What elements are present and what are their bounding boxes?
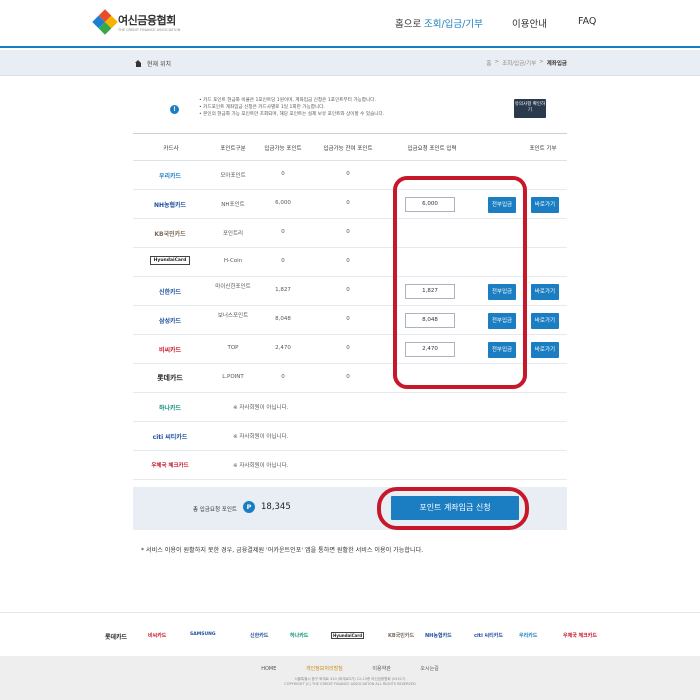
notice-line: • 본인의 현금화 가능 포인트만 조회되며, 해당 포인트는 실제 보유 포인… [199,112,385,117]
not-member-note: ※ 자사회원이 아닙니다. [233,405,289,411]
go-donate-button[interactable]: 바로가기 [531,313,559,329]
site-footer: HOME 개인정보처리방침 이용약관 오시는길 서울특별시 중구 퇴계로 410… [0,656,700,700]
card-logo-nh: NH농협카드 [153,201,187,209]
card-logo-lotte: 롯데카드 [157,374,183,382]
card-logo-kb: KB국민카드 [154,230,186,238]
info-icon: ! [170,105,179,114]
partner-logo[interactable]: KB국민카드 [388,632,414,639]
partner-logo[interactable]: 하나카드 [290,632,308,639]
location-bar: 현재 위치 홈 > 조회/입금/기부 > 계좌입금 [0,50,700,76]
card-logo-bc: 비씨카드 [158,346,182,354]
table-header: 카드사 포인트구분 입금가능 포인트 입금가능 잔여 포인트 입금요청 포인트 … [133,133,567,161]
nav-guide[interactable]: 이용안내 [512,16,547,30]
footer-link-directions[interactable]: 오시는길 [420,666,438,672]
footer-links: HOME 개인정보처리방침 이용약관 오시는길 [0,665,700,672]
table-row: 하나카드 ※ 자사회원이 아닙니다. [133,393,567,422]
notice-box: ! • 카드 포인트 현금화 비율은 1포인트당 1원이며, 계좌입금 신청은 … [133,85,567,131]
breadcrumb-home[interactable]: 홈 [486,59,491,67]
main-nav: 홈으로 조회/입금/기부 이용안내 FAQ [0,16,700,30]
partner-logo[interactable]: HyundaiCard [331,632,365,639]
highlight-oval-inputs [393,176,527,389]
partner-logo[interactable]: 롯데카드 [105,632,127,641]
card-logo-post: 우체국 체크카드 [151,463,189,469]
go-donate-button[interactable]: 바로가기 [531,197,559,213]
view-notice-button[interactable]: 유의사항 확인하기 [514,99,546,118]
card-logo-woori: 우리카드 [158,172,182,180]
footer-copyright: COPYRIGHT (C) THE CREDIT FINANCE ASSOCIA… [284,682,416,686]
card-logo-citi: citi 씨티카드 [152,433,188,441]
breadcrumb-current: 계좌입금 [546,61,567,67]
notice-line: • 카드포인트 계좌입금 신청은 카드사별로 1일 1회만 가능합니다. [199,105,325,110]
total-label: 총 입금요청 포인트 [193,507,237,513]
location-label: 현재 위치 [147,61,171,68]
site-header: 여신금융협회 THE CREDIT FINANCE ASSOCIATION 홈으… [0,0,700,48]
card-logo-shinhan: 신한카드 [158,288,182,296]
card-logo-hyundai: HyundaiCard [150,256,190,265]
partner-logo[interactable]: NH농협카드 [425,632,452,639]
not-member-note: ※ 자사회원이 아닙니다. [233,463,289,469]
partner-logo[interactable]: 우체국 체크카드 [563,632,597,639]
not-member-note: ※ 자사회원이 아닙니다. [233,434,289,440]
card-logo-hana: 하나카드 [158,404,182,412]
partner-strip: 롯데카드 비씨카드 SAMSUNG 신한카드 하나카드 HyundaiCard … [0,612,700,656]
footnote: * 서비스 이용이 원활하지 못한 경우, 금융결제원 '어카운트인포' 앱을 … [141,547,424,554]
table-row: citi 씨티카드 ※ 자사회원이 아닙니다. [133,422,567,451]
footer-link-terms[interactable]: 이용약관 [372,666,390,672]
notice-line: • 카드 포인트 현금화 비율은 1포인트당 1원이며, 계좌입금 신청은 1포… [199,98,376,103]
footer-link-privacy[interactable]: 개인정보처리방침 [306,666,343,672]
card-logo-samsung: 삼성카드 [158,317,182,325]
footer-link-home[interactable]: HOME [261,666,276,672]
breadcrumb: 홈 > 조회/입금/기부 > 계좌입금 [486,59,567,67]
breadcrumb-inquiry[interactable]: 조회/입금/기부 [502,59,536,67]
nav-home[interactable]: 홈으로 [395,16,421,30]
point-icon: P [243,501,255,513]
partner-logo[interactable]: 신한카드 [250,632,268,639]
total-value: 18,345 [261,502,291,512]
partner-logo[interactable]: citi 씨티카드 [474,632,503,639]
table-row: 우체국 체크카드 ※ 자사회원이 아닙니다. [133,451,567,480]
partner-logo[interactable]: 비씨카드 [148,632,166,639]
nav-inquiry[interactable]: 조회/입금/기부 [424,16,483,30]
highlight-oval-apply [377,487,529,530]
go-donate-button[interactable]: 바로가기 [531,284,559,300]
home-icon[interactable] [135,60,142,67]
partner-logo[interactable]: 우리카드 [519,632,537,639]
go-donate-button[interactable]: 바로가기 [531,342,559,358]
partner-logo[interactable]: SAMSUNG [190,632,216,637]
nav-faq[interactable]: FAQ [578,16,596,27]
